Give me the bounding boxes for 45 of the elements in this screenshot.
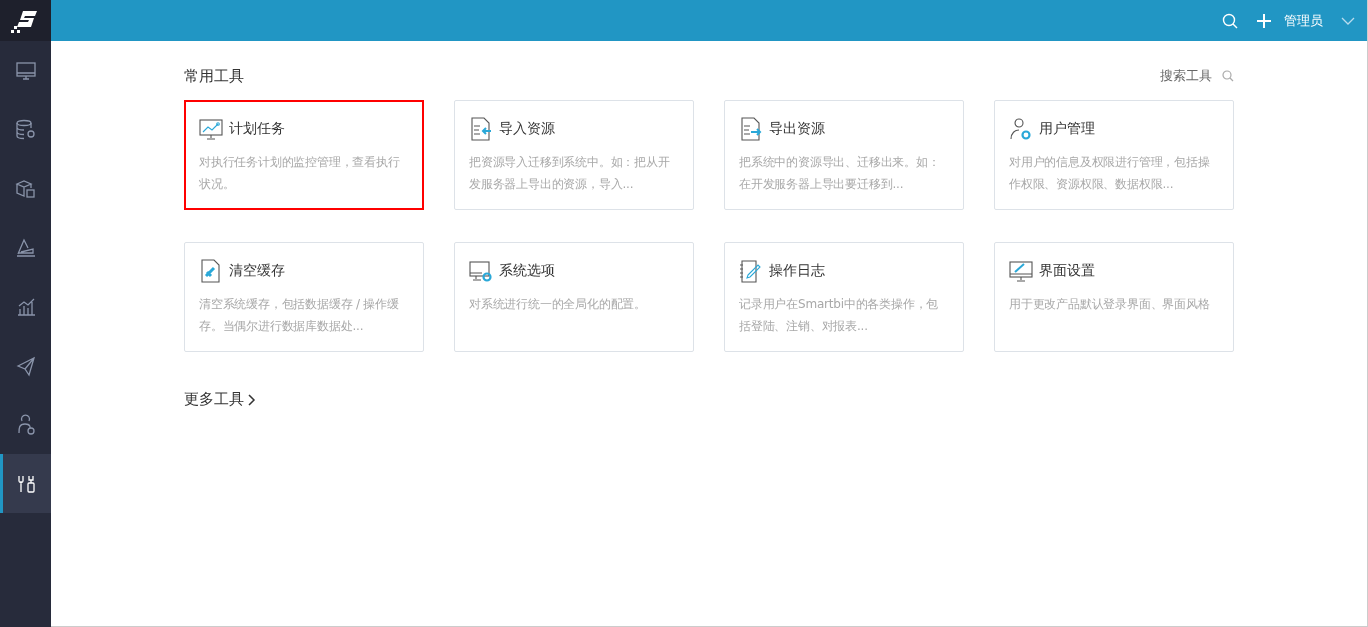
tool-description: 对系统进行统一的全局化的配置。 [469, 296, 647, 313]
tool-description: 对执行任务计划的监控管理，查看执行状况。 [199, 154, 401, 193]
more-tools-link[interactable]: 更多工具 [184, 390, 244, 409]
tool-card[interactable]: 操作日志 记录用户在Smartbi中的各类操作，包括登陆、注销、对报表... [724, 242, 964, 352]
tool-description: 记录用户在Smartbi中的各类操作，包括登陆、注销、对报表... [739, 296, 940, 335]
monitor-icon [14, 59, 37, 82]
tool-title: 计划任务 [229, 120, 285, 138]
tool-card[interactable]: 界面设置 用于更改产品默认登录界面、界面风格 [994, 242, 1234, 352]
tool-title: 清空缓存 [229, 262, 285, 280]
tool-card[interactable]: 计划任务 对执行任务计划的监控管理，查看执行状况。 [184, 100, 424, 210]
tool-card[interactable]: 清空缓存 清空系统缓存，包括数据缓存 / 操作缓存。当偶尔进行数据库数据处... [184, 242, 424, 352]
tool-title: 用户管理 [1039, 120, 1095, 138]
chevron-down-icon[interactable] [1341, 16, 1355, 25]
tool-card[interactable]: 导出资源 把系统中的资源导出、迁移出来。如：在开发服务器上导出要迁移到... [724, 100, 964, 210]
tool-title: 界面设置 [1039, 262, 1095, 280]
tool-description: 把资源导入迁移到系统中。如：把从开发服务器上导出的资源，导入... [469, 154, 671, 193]
tool-icon [469, 259, 493, 283]
cubes-icon [14, 177, 37, 200]
tool-icon [1009, 117, 1033, 141]
tool-card[interactable]: 导入资源 把资源导入迁移到系统中。如：把从开发服务器上导出的资源，导入... [454, 100, 694, 210]
tool-description: 用于更改产品默认登录界面、界面风格 [1009, 296, 1211, 313]
logo-icon [0, 0, 51, 41]
tool-title: 系统选项 [499, 262, 555, 280]
tool-title: 导入资源 [499, 120, 555, 138]
tool-card[interactable]: 用户管理 对用户的信息及权限进行管理，包括操作权限、资源权限、数据权限... [994, 100, 1234, 210]
search-icon[interactable] [1222, 70, 1234, 82]
tool-title: 操作日志 [769, 262, 825, 280]
tool-icon [199, 259, 223, 283]
search-icon[interactable] [1222, 12, 1238, 29]
tool-description: 对用户的信息及权限进行管理，包括操作权限、资源权限、数据权限... [1009, 154, 1211, 193]
tool-icon [199, 117, 223, 141]
sidebar-item[interactable] [0, 454, 51, 513]
section-title: 常用工具 [184, 66, 244, 86]
chevron-right-icon[interactable] [248, 393, 256, 406]
ruler-icon [14, 236, 37, 259]
tool-description: 把系统中的资源导出、迁移出来。如：在开发服务器上导出要迁移到... [739, 154, 941, 193]
tool-icon [469, 117, 493, 141]
plus-icon[interactable] [1256, 12, 1272, 29]
tool-icon [1009, 259, 1033, 283]
search-tools-link[interactable]: 搜索工具 [1160, 67, 1212, 85]
tool-card[interactable]: 系统选项 对系统进行统一的全局化的配置。 [454, 242, 694, 352]
tool-icon [739, 259, 763, 283]
tool-title: 导出资源 [769, 120, 825, 138]
tool-description: 清空系统缓存，包括数据缓存 / 操作缓存。当偶尔进行数据库数据处... [199, 296, 400, 335]
tool-icon [739, 117, 763, 141]
